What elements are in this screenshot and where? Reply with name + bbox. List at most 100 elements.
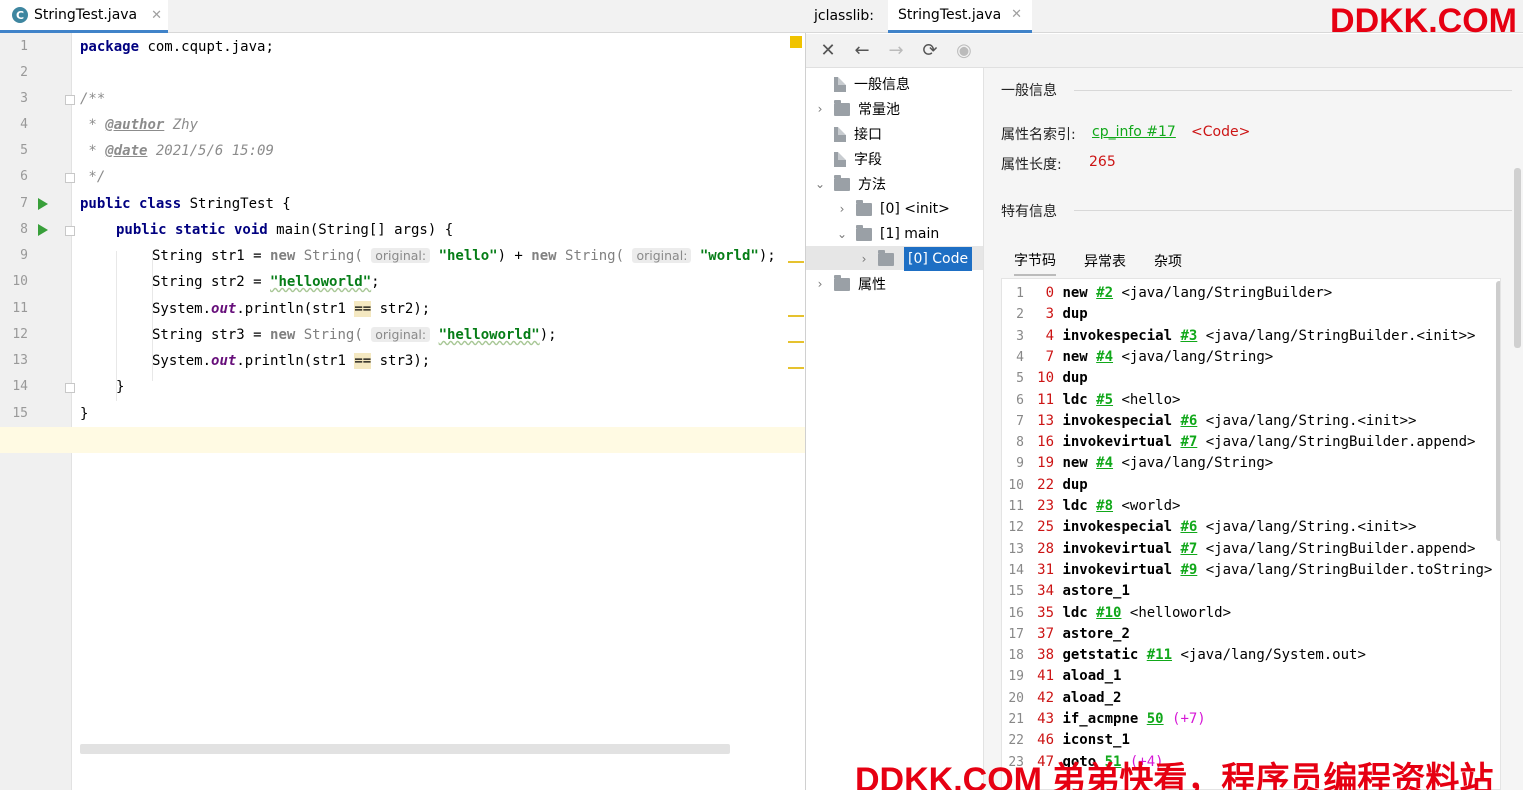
comment: *	[80, 117, 106, 133]
chevron-right-icon[interactable]: ›	[814, 277, 826, 291]
string-literal: "helloworld"	[438, 327, 540, 343]
comment: */	[80, 169, 106, 185]
attribute-detail-pane: 一般信息 属性名索引: cp_info #17 <Code> 属性长度: 265…	[984, 68, 1523, 790]
web-icon[interactable]: ◉	[954, 40, 974, 61]
chevron-right-icon[interactable]: ›	[858, 252, 870, 266]
tab-exception-table[interactable]: 异常表	[1084, 247, 1126, 275]
code-text: String str2 =	[152, 274, 271, 290]
horizontal-scrollbar[interactable]	[80, 744, 730, 754]
bytecode-ref-link[interactable]: 50	[1147, 711, 1164, 727]
tree-item-general[interactable]: 一般信息	[814, 72, 910, 96]
code-area[interactable]: package com.cqupt.java; /** * @author Zh…	[72, 33, 805, 790]
run-class-icon[interactable]	[38, 198, 48, 210]
keyword: public static void	[116, 222, 268, 238]
warning-stripe[interactable]	[788, 261, 804, 263]
editor-tab-bar: C StringTest.java ✕	[0, 0, 806, 33]
bytecode-scrollbar[interactable]	[1496, 281, 1500, 541]
bytecode-offset: 41	[1037, 668, 1054, 685]
bytecode-ref-link[interactable]: #2	[1096, 285, 1113, 301]
close-icon[interactable]: ✕	[818, 40, 838, 61]
bytecode-offset: 0	[1045, 285, 1054, 301]
code-text: System.	[152, 353, 212, 369]
tree-item-code[interactable]: ›	[858, 247, 894, 271]
bytecode-offset: 42	[1037, 689, 1054, 706]
bytecode-ref-link[interactable]: #6	[1180, 413, 1197, 429]
bytecode-ref-link[interactable]: #9	[1180, 562, 1197, 578]
code-text: StringTest {	[181, 196, 291, 212]
warning-stripe[interactable]	[788, 315, 804, 317]
bytecode-ref-link[interactable]: #7	[1180, 434, 1197, 450]
chevron-down-icon[interactable]: ⌄	[814, 177, 826, 191]
chevron-right-icon[interactable]: ›	[814, 102, 826, 116]
code-text: String(	[556, 248, 625, 264]
bytecode-ref-link[interactable]: #4	[1096, 349, 1113, 365]
bytecode-offset: 22	[1037, 476, 1054, 493]
bytecode-argument: <java/lang/StringBuilder>	[1113, 285, 1333, 301]
bytecode-offset: 35	[1037, 604, 1054, 621]
bytecode-ref-link[interactable]: #6	[1180, 519, 1197, 535]
bytecode-line-number: 20	[1008, 690, 1024, 706]
bytecode-opcode: ldc	[1062, 391, 1088, 408]
bytecode-opcode: invokevirtual	[1062, 540, 1173, 557]
bytecode-argument: <hello>	[1113, 391, 1181, 408]
tab-stringtest-java[interactable]: C StringTest.java ✕	[0, 0, 168, 33]
bytecode-ref-link[interactable]: #10	[1096, 605, 1121, 621]
tree-label: 属性	[858, 277, 886, 293]
tree-item-attributes[interactable]: › 属性	[814, 272, 886, 296]
tab-misc[interactable]: 杂项	[1154, 247, 1182, 275]
tree-item-init[interactable]: › [0] <init>	[836, 197, 950, 221]
warning-stripe[interactable]	[788, 341, 804, 343]
line-number: 5	[20, 143, 28, 158]
tree-item-constant-pool[interactable]: › 常量池	[814, 97, 900, 121]
bytecode-ref-link[interactable]: #4	[1096, 455, 1113, 471]
line-number: 6	[20, 169, 28, 184]
bytecode-ref-link[interactable]: #3	[1180, 328, 1197, 344]
bytecode-argument: <java/lang/StringBuilder.<init>>	[1197, 327, 1476, 344]
line-number: 7	[20, 196, 28, 211]
code-line-8: public static void main(String[] args) {	[116, 217, 453, 243]
tab-close-icon[interactable]: ✕	[1011, 7, 1022, 22]
tree-item-code-selected[interactable]: [0] Code	[904, 247, 973, 271]
tree-item-main[interactable]: ⌄ [1] main	[836, 222, 939, 246]
tree-item-fields[interactable]: 字段	[814, 147, 882, 171]
watermark-top: DDKK.COM	[1330, 2, 1517, 40]
jclasslib-tab[interactable]: StringTest.java ✕	[888, 0, 1033, 33]
bytecode-opcode: getstatic	[1062, 647, 1139, 664]
tab-close-icon[interactable]: ✕	[151, 8, 162, 23]
tab-bytecode[interactable]: 字节码	[1014, 246, 1056, 276]
run-main-icon[interactable]	[38, 224, 48, 236]
bytecode-offset: 10	[1037, 370, 1054, 387]
bytecode-offset: 25	[1037, 519, 1054, 536]
bytecode-offset: 37	[1037, 625, 1054, 642]
bytecode-ref-link[interactable]: #5	[1096, 392, 1113, 408]
inspection-status-icon[interactable]	[790, 36, 802, 48]
bytecode-argument: <java/lang/StringBuilder.toString>	[1197, 561, 1493, 578]
chevron-down-icon[interactable]: ⌄	[836, 227, 848, 241]
forward-icon[interactable]: →	[886, 40, 906, 61]
bytecode-row: 4 7 new #4 <java/lang/String>	[1002, 347, 1273, 368]
attr-length-label: 属性长度:	[1001, 157, 1062, 173]
comment: Zhy	[164, 117, 199, 133]
refresh-icon[interactable]: ⟳	[920, 40, 940, 61]
bytecode-listing[interactable]: 10 new #2 <java/lang/StringBuilder> 2 3 du…	[1001, 278, 1501, 790]
operator-highlight: ==	[354, 353, 372, 369]
comment: /**	[80, 91, 106, 107]
bytecode-ref-link[interactable]: #7	[1180, 541, 1197, 557]
back-icon[interactable]: ←	[852, 40, 872, 61]
keyword: public class	[80, 196, 182, 212]
code-text: String str1 =	[152, 248, 271, 264]
tree-item-interfaces[interactable]: 接口	[814, 122, 882, 146]
warning-stripe[interactable]	[788, 367, 804, 369]
watermark-bottom: DDKK.COM 弟弟快看，程序员编程资料站	[855, 761, 1494, 790]
file-icon	[834, 76, 846, 92]
code-line-14: }	[116, 374, 124, 400]
chevron-right-icon[interactable]: ›	[836, 202, 848, 216]
javadoc-tag: @author	[105, 117, 165, 133]
vertical-scrollbar[interactable]	[1514, 168, 1521, 348]
bytecode-ref-link[interactable]: #11	[1147, 647, 1172, 663]
attr-name-index-link[interactable]: cp_info #17	[1092, 124, 1176, 140]
code-line-9: String str1 = new String( original: "hel…	[152, 243, 776, 269]
bytecode-ref-link[interactable]: #8	[1096, 498, 1113, 514]
code-text: .println(str1	[236, 301, 355, 317]
tree-item-methods[interactable]: ⌄ 方法	[814, 172, 886, 196]
